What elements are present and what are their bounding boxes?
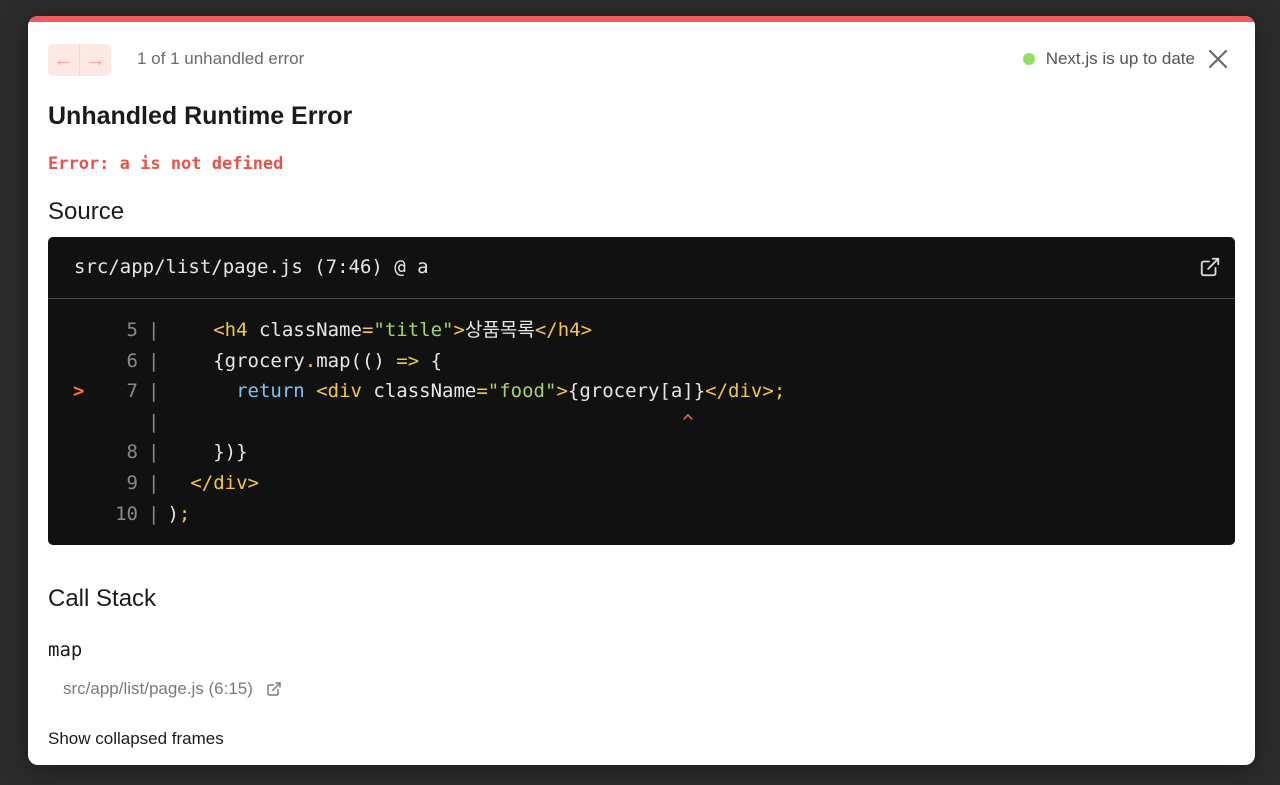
line-number: 9 bbox=[126, 471, 138, 494]
gutter-separator: | bbox=[148, 471, 160, 494]
status-dot-icon bbox=[1022, 53, 1035, 65]
code-token: </div> bbox=[705, 380, 774, 403]
build-status: Next.js is up to date bbox=[1022, 49, 1195, 69]
code-token: return bbox=[236, 380, 305, 403]
code-token: "title" bbox=[373, 319, 454, 341]
gutter-separator: | bbox=[148, 502, 160, 525]
error-title: Unhandled Runtime Error bbox=[48, 102, 353, 130]
error-caret: ^ bbox=[682, 410, 694, 433]
line-number: 7 bbox=[126, 380, 138, 403]
line-number: 10 bbox=[115, 502, 138, 525]
code-token: "food" bbox=[487, 380, 557, 403]
code-token: => bbox=[396, 349, 420, 372]
code-token: . bbox=[304, 349, 317, 372]
call-stack-heading: Call Stack bbox=[48, 585, 157, 612]
code-token: </h4> bbox=[534, 319, 593, 341]
previous-error-button[interactable]: ← bbox=[48, 44, 79, 76]
build-status-text: Next.js is up to date bbox=[1045, 49, 1195, 68]
dialog-header: ← → 1 of 1 unhandled error Next.js is up… bbox=[48, 22, 1235, 84]
code-line: 8 | })} bbox=[48, 437, 1235, 468]
stack-frame-location-link[interactable]: src/app/list/page.js (6:15) bbox=[63, 679, 282, 699]
line-number: 8 bbox=[126, 441, 138, 464]
code-token: </div> bbox=[190, 471, 259, 494]
close-icon bbox=[1208, 49, 1228, 69]
code-line: 5 | <h4 className="title">상품목록</h4> bbox=[48, 315, 1235, 346]
code-line: | ^ bbox=[48, 407, 1235, 438]
external-link-icon bbox=[1200, 257, 1220, 277]
gutter-separator: | bbox=[148, 349, 160, 372]
code-token: map(() bbox=[316, 349, 397, 372]
code-token: ; bbox=[178, 502, 191, 525]
error-pagination: ← → bbox=[48, 44, 111, 76]
source-heading: Source bbox=[48, 198, 125, 225]
code-line-highlighted: >7 | return <div className="food">{grocer… bbox=[48, 376, 1235, 407]
code-token: {grocery bbox=[167, 349, 305, 372]
dialog-content: ← → 1 of 1 unhandled error Next.js is up… bbox=[48, 22, 1235, 748]
code-token: ; bbox=[773, 380, 786, 403]
code-lines: 5 | <h4 className="title">상품목록</h4> 6 | {gr… bbox=[48, 299, 1235, 529]
stack-frame-name: map bbox=[48, 639, 83, 661]
error-count-label: 1 of 1 unhandled error bbox=[137, 49, 305, 68]
code-token: { bbox=[419, 349, 443, 372]
source-file-reference[interactable]: src/app/list/page.js (7:46) @ a bbox=[74, 256, 429, 278]
stack-frame-location: src/app/list/page.js (6:15) bbox=[63, 679, 253, 698]
code-line: 9 | </div> bbox=[48, 468, 1235, 499]
code-token: 상품목록 bbox=[464, 319, 535, 341]
arrow-right-icon: → bbox=[85, 49, 106, 71]
code-token: {grocery[a]} bbox=[567, 380, 706, 403]
code-token: = bbox=[361, 319, 374, 341]
error-overlay-dialog: ← → 1 of 1 unhandled error Next.js is up… bbox=[28, 16, 1255, 765]
gutter-separator: | bbox=[148, 319, 160, 341]
gutter-separator: | bbox=[148, 380, 160, 403]
gutter-separator: | bbox=[148, 410, 160, 433]
code-token: > bbox=[453, 319, 465, 341]
code-token: className bbox=[373, 380, 477, 403]
code-frame: src/app/list/page.js (7:46) @ a 5 | <h4 c… bbox=[48, 237, 1235, 545]
line-number: 5 bbox=[126, 319, 138, 341]
code-token: className bbox=[258, 319, 362, 341]
code-line: 6 | {grocery.map(() => { bbox=[48, 346, 1235, 377]
external-link-icon bbox=[267, 682, 281, 696]
code-line: 10 |); bbox=[48, 499, 1235, 530]
arrow-left-icon: ← bbox=[53, 49, 74, 71]
error-line-marker: > bbox=[73, 380, 85, 403]
gutter-separator: | bbox=[148, 441, 160, 464]
error-message: Error: a is not defined bbox=[48, 154, 284, 174]
code-token: = bbox=[476, 380, 488, 403]
code-frame-header: src/app/list/page.js (7:46) @ a bbox=[48, 237, 1235, 299]
code-token: > bbox=[556, 380, 568, 403]
line-number: 6 bbox=[126, 349, 138, 372]
code-token: })} bbox=[167, 441, 248, 464]
show-collapsed-frames-button[interactable]: Show collapsed frames bbox=[48, 729, 224, 749]
code-token: <div bbox=[316, 380, 374, 403]
open-in-editor-button[interactable] bbox=[1199, 256, 1221, 278]
next-error-button[interactable]: → bbox=[79, 44, 111, 76]
close-button[interactable] bbox=[1205, 46, 1231, 72]
code-token: <h4 bbox=[213, 319, 259, 341]
code-token: ) bbox=[167, 502, 179, 525]
